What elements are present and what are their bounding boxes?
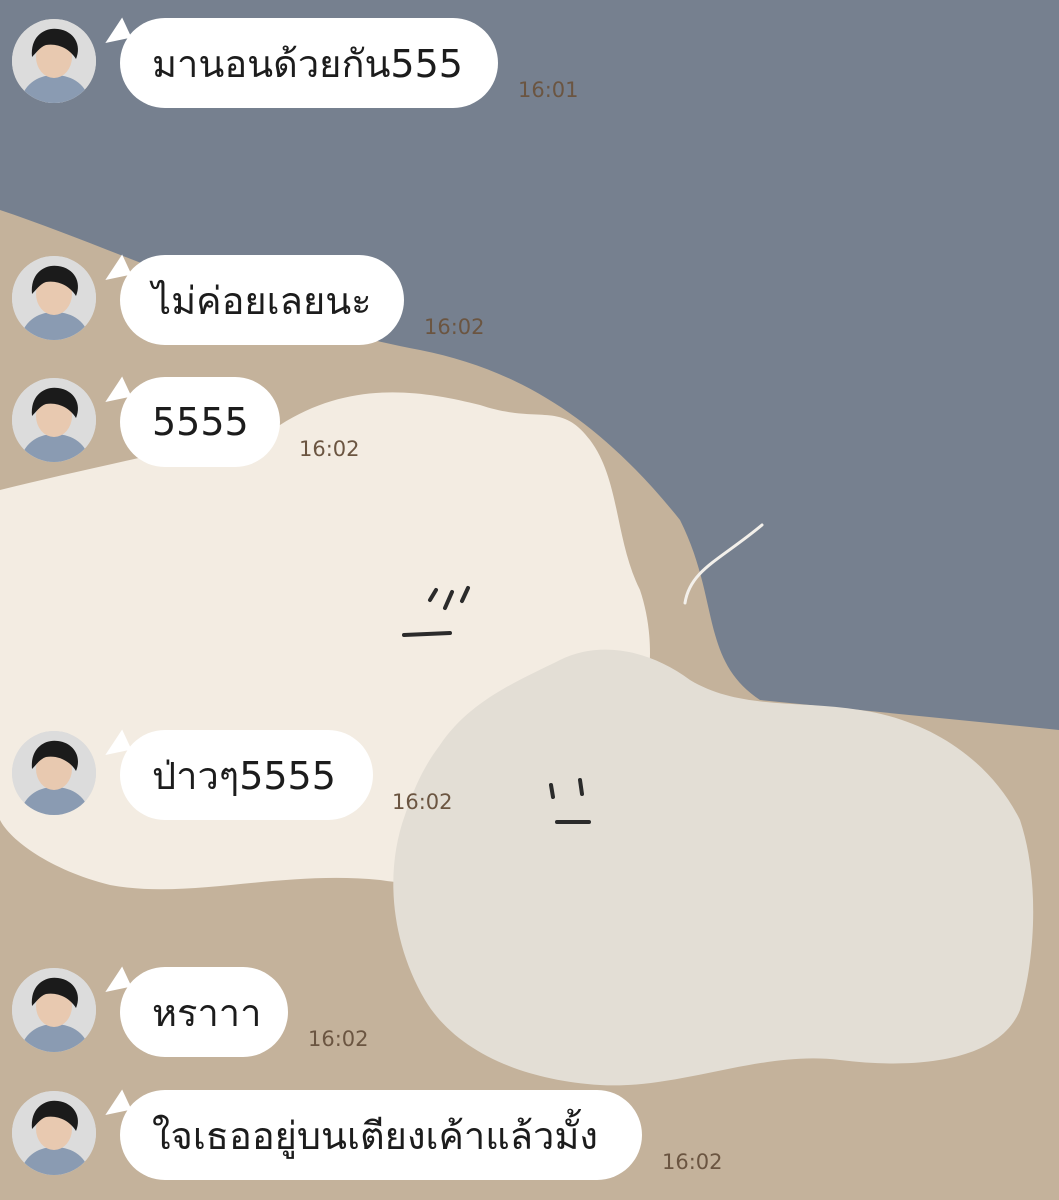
message-bubble[interactable]: ป่าวๆ5555 bbox=[120, 730, 373, 820]
chat-screen: มานอนด้วยกัน55516:01อยากมาก!อ่านแล้ว16:0… bbox=[0, 0, 1059, 1200]
message-time: 16:02 bbox=[424, 315, 485, 339]
message-bubble[interactable]: 5555 bbox=[120, 377, 280, 467]
message-time: 16:01 bbox=[518, 78, 579, 102]
avatar[interactable] bbox=[12, 19, 96, 103]
message-bubble[interactable]: ใจเธออยู่บนเตียงเค้าแล้วมั้ง bbox=[120, 1090, 642, 1180]
avatar[interactable] bbox=[12, 256, 96, 340]
message-bubble[interactable]: ไม่ค่อยเลยนะ bbox=[120, 255, 404, 345]
message-bubble[interactable]: หราาา bbox=[120, 967, 288, 1057]
avatar[interactable] bbox=[12, 378, 96, 462]
message-bubble[interactable]: มานอนด้วยกัน555 bbox=[120, 18, 498, 108]
message-time: 16:02 bbox=[308, 1027, 369, 1051]
message-time: 16:02 bbox=[662, 1150, 723, 1174]
avatar[interactable] bbox=[12, 731, 96, 815]
avatar[interactable] bbox=[12, 1091, 96, 1175]
avatar[interactable] bbox=[12, 968, 96, 1052]
message-time: 16:02 bbox=[299, 437, 360, 461]
message-time: 16:02 bbox=[392, 790, 453, 814]
